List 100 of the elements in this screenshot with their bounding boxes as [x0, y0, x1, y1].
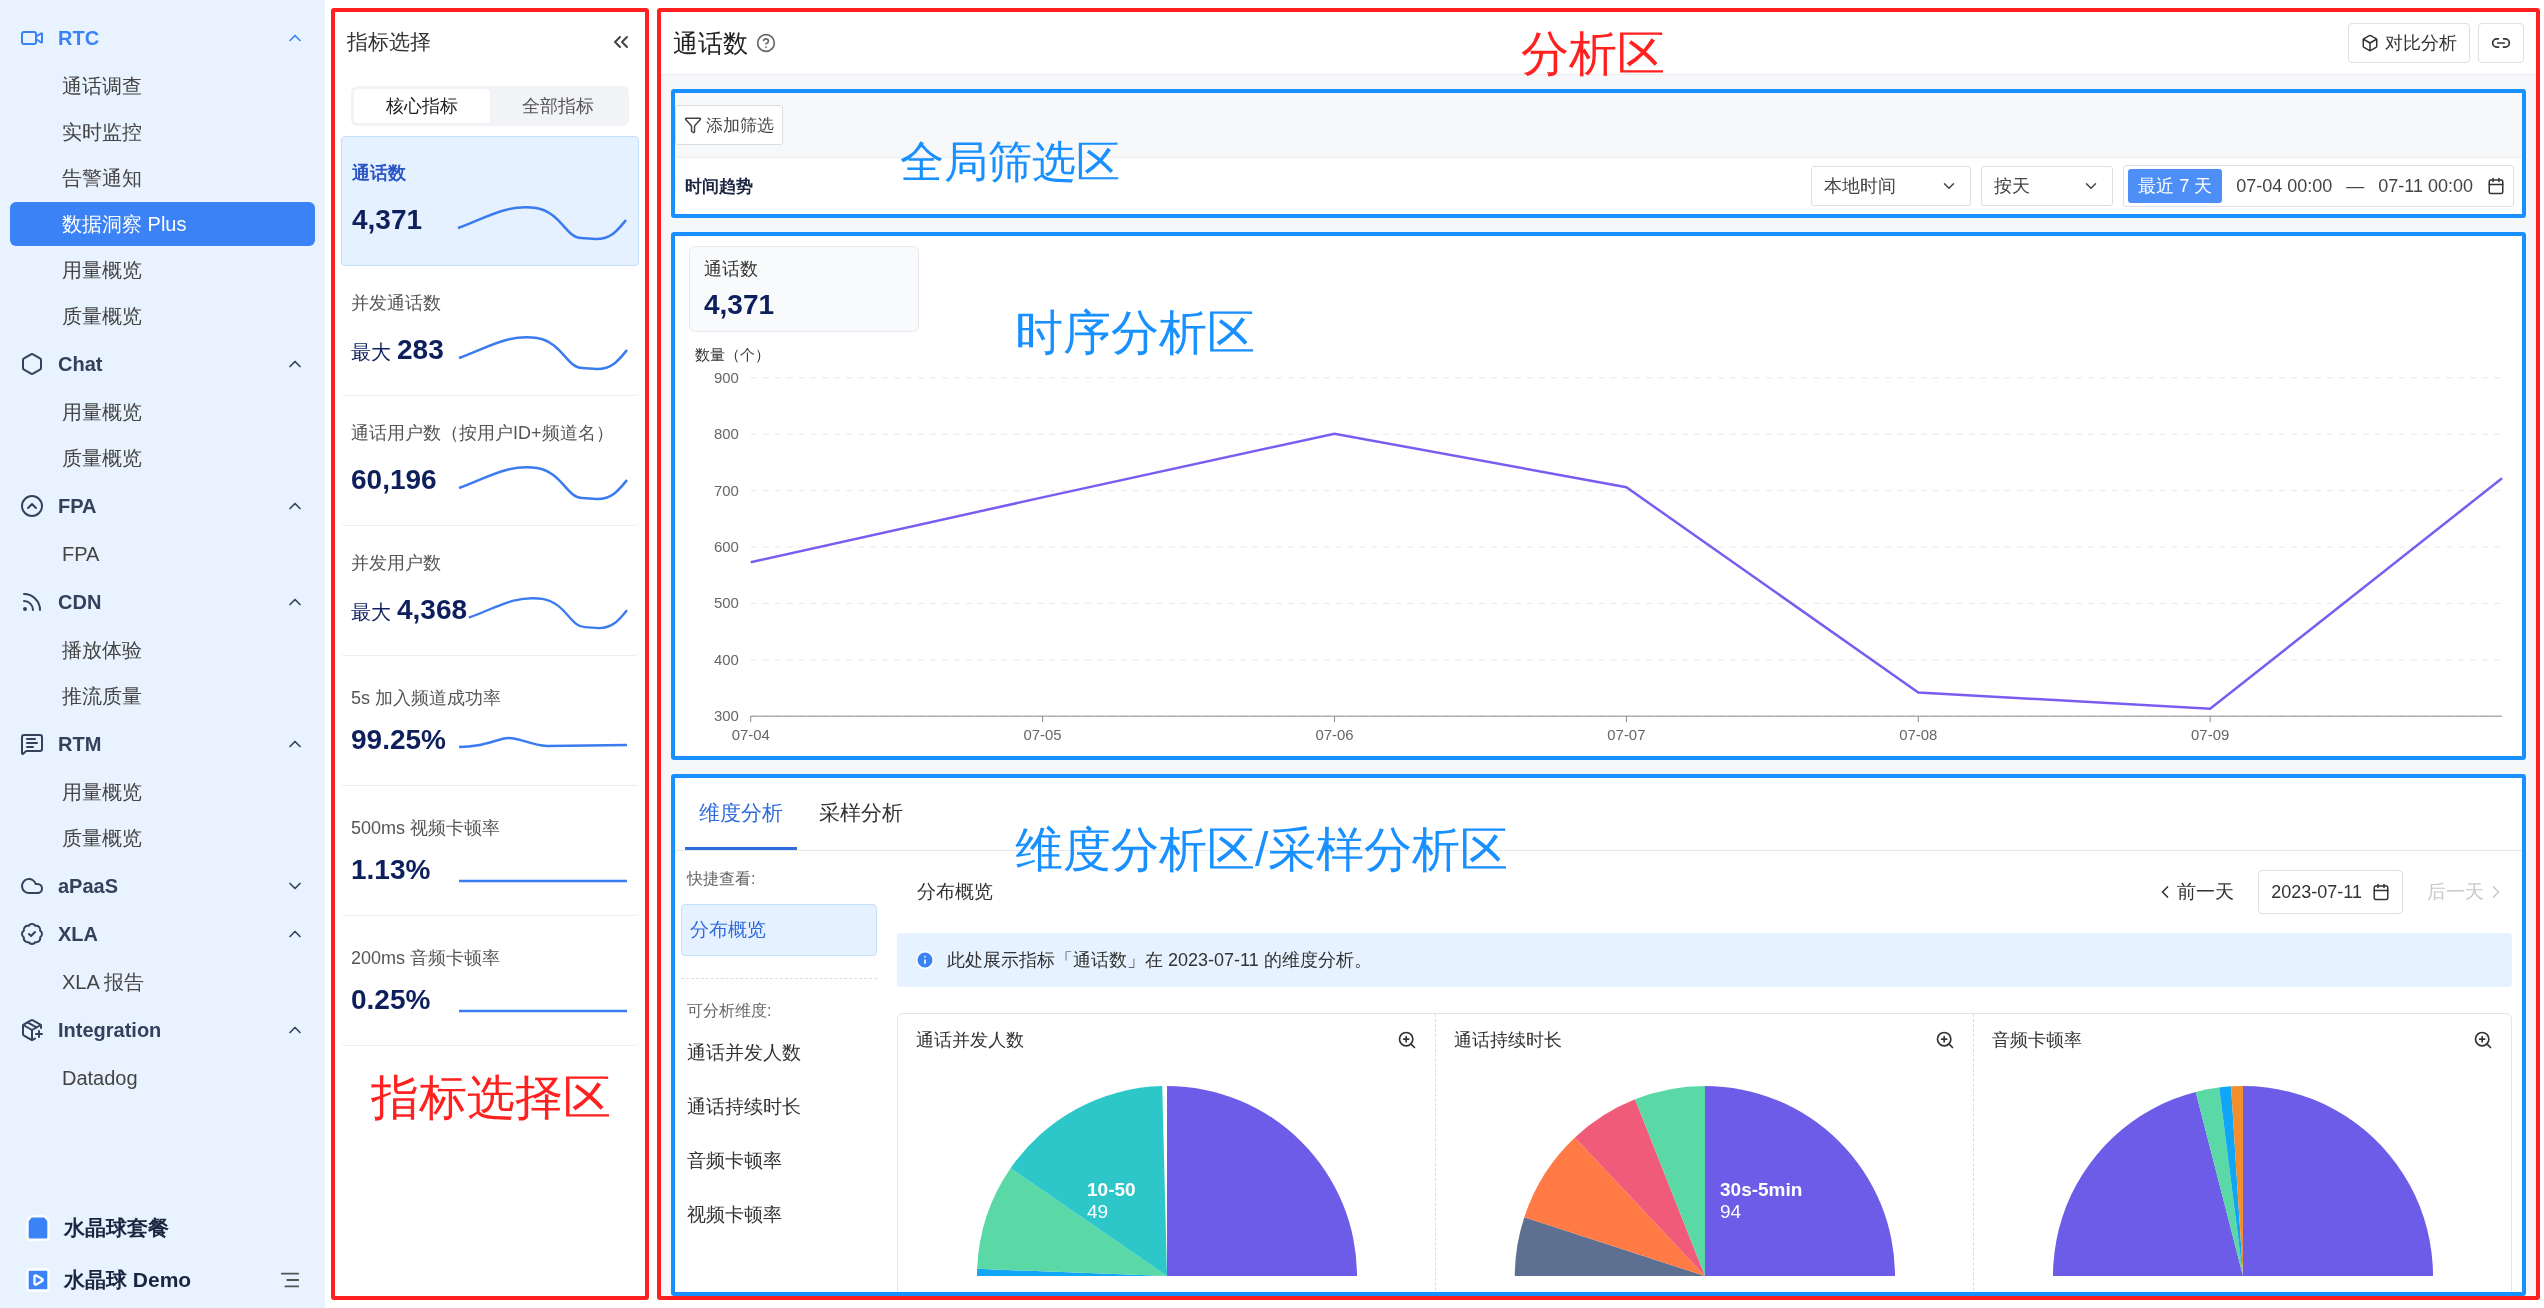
group-icon [20, 590, 44, 614]
chart-title: 通话持续时长 [1454, 1029, 1562, 1053]
group-icon [20, 732, 44, 756]
dimension-item[interactable]: 通话并发人数 [681, 1026, 877, 1081]
metric-card[interactable]: 并发用户数 最大 4,368 [341, 526, 639, 656]
axis-label: 07-09 [2191, 726, 2230, 744]
group-icon [20, 1018, 44, 1042]
axis-label: 800 [713, 425, 739, 443]
zoom-in-icon[interactable] [2473, 1030, 2493, 1051]
metric-name: 并发通话数 [351, 291, 442, 315]
nav-item[interactable]: FPA [10, 532, 315, 576]
group-icon [20, 352, 44, 376]
summary-value: 4,371 [704, 289, 776, 321]
dimension-item[interactable]: 音频卡顿率 [681, 1134, 877, 1189]
nav-group[interactable]: aPaaS [10, 862, 315, 910]
metric-card[interactable]: 5s 加入频道成功率 99.25% [341, 656, 639, 786]
date-field[interactable]: 2023-07-11 [2258, 870, 2403, 915]
tab[interactable]: 核心指标 [354, 89, 490, 123]
prev-day-button[interactable]: 前一天 [2149, 878, 2241, 907]
nav-item[interactable]: Datadog [10, 1056, 315, 1100]
metric-value: 0.25% [351, 983, 431, 1016]
metric-value: 1.13% [351, 853, 431, 886]
annotation-label: 全局筛选区 [900, 136, 1120, 188]
nav-group[interactable]: FPA [10, 482, 315, 530]
tab[interactable]: 维度分析 [685, 778, 797, 851]
quick-item[interactable]: 分布概览 [681, 904, 877, 957]
group-label: 可分析维度: [686, 1001, 773, 1022]
range-separator: — [2346, 175, 2365, 197]
nav-group[interactable]: XLA [10, 910, 315, 958]
nav-item[interactable]: 用量概览 [10, 390, 315, 434]
annotation-label: 时序分析区 [1015, 305, 1255, 361]
axis-label: 500 [713, 594, 739, 612]
annotation-label: 指标选择区 [371, 1070, 611, 1126]
nav-item[interactable]: 质量概览 [10, 816, 315, 860]
zoom-in-icon[interactable] [1397, 1030, 1417, 1051]
axis-label: 900 [713, 368, 739, 386]
nav-item[interactable]: 推流质量 [10, 674, 315, 718]
tab[interactable]: 采样分析 [805, 778, 917, 851]
metric-name: 并发用户数 [351, 551, 442, 575]
metric-value: 最大 4,368 [351, 593, 468, 626]
axis-label: 700 [713, 481, 739, 499]
nav-item[interactable]: 数据洞察 Plus [10, 202, 315, 246]
annotation-label: 分析区 [1521, 26, 1665, 82]
calendar-icon [2487, 177, 2505, 195]
help-icon[interactable] [756, 33, 776, 53]
axis-label: 07-04 [731, 726, 770, 744]
info-text: 此处展示指标「通话数」在 2023-07-11 的维度分析。 [947, 949, 1372, 973]
nav-group[interactable]: RTM [10, 720, 315, 768]
metric-card[interactable]: 通话用户数（按用户ID+频道名） 60,196 [341, 396, 639, 526]
compare-button[interactable]: 对比分析 [2348, 23, 2470, 63]
nav-item[interactable]: 质量概览 [10, 436, 315, 480]
metric-card[interactable]: 并发通话数 最大 283 [341, 266, 639, 396]
metric-value: 99.25% [351, 723, 446, 756]
group-label: 快捷查看: [685, 869, 757, 890]
play-icon [24, 1266, 52, 1294]
nav-item[interactable]: 播放体验 [10, 628, 315, 672]
group-icon [20, 922, 44, 946]
summary-label: 通话数 [704, 258, 759, 281]
dimension-item[interactable]: 通话持续时长 [681, 1080, 877, 1135]
slice-value: 94 [1719, 1201, 1741, 1223]
metric-value: 60,196 [351, 463, 437, 496]
link-button[interactable] [2478, 23, 2524, 63]
nav-item[interactable]: 质量概览 [10, 294, 315, 338]
section-title: 分布概览 [917, 880, 993, 905]
footer-label[interactable]: 水晶球套餐 [64, 1214, 301, 1242]
nav-item[interactable]: 通话调查 [10, 64, 315, 108]
footer-label[interactable]: 水晶球 Demo [64, 1266, 267, 1294]
panel-title: 指标选择 [347, 29, 431, 55]
axis-label: 07-06 [1315, 726, 1354, 744]
nav-group[interactable]: Chat [10, 340, 315, 388]
page-title: 通话数 [673, 27, 748, 59]
slice-label: 10-50 [1086, 1179, 1136, 1201]
nav-item[interactable]: 用量概览 [10, 248, 315, 292]
add-filter-button[interactable]: 添加筛选 [675, 105, 783, 145]
axis-label: 07-08 [1899, 726, 1938, 744]
dimension-item[interactable]: 视频卡顿率 [681, 1188, 877, 1243]
nav-group[interactable]: CDN [10, 578, 315, 626]
metric-card[interactable]: 200ms 音频卡顿率 0.25% [341, 916, 639, 1046]
timezone-select[interactable]: 本地时间 [1811, 166, 1972, 206]
nav-item[interactable]: XLA 报告 [10, 960, 315, 1004]
end-time: 07-11 00:00 [2378, 175, 2473, 197]
axis-label: 400 [713, 650, 739, 668]
filter-icon [684, 116, 702, 134]
info-icon [915, 950, 935, 971]
annotation-label: 维度分析区/采样分析区 [1015, 822, 1509, 879]
granularity-select[interactable]: 按天 [1981, 166, 2114, 206]
tab[interactable]: 全部指标 [490, 89, 626, 123]
axis-label: 07-07 [1607, 726, 1646, 744]
start-time: 07-04 00:00 [2236, 175, 2333, 197]
nav-group[interactable]: Integration [10, 1006, 315, 1054]
metric-name: 通话数 [352, 162, 407, 185]
nav-item[interactable]: 实时监控 [10, 110, 315, 154]
nav-item[interactable]: 告警通知 [10, 156, 315, 200]
zoom-in-icon[interactable] [1935, 1030, 1955, 1051]
metric-card[interactable]: 通话数 4,371 [341, 136, 639, 266]
date-range-field[interactable]: 最近 7 天 07-04 00:00 — 07-11 00:00 [2123, 165, 2514, 207]
chart-title: 通话并发人数 [916, 1029, 1024, 1053]
nav-item[interactable]: 用量概览 [10, 770, 315, 814]
metric-card[interactable]: 500ms 视频卡顿率 1.13% [341, 786, 639, 916]
metric-name: 200ms 音频卡顿率 [351, 946, 502, 970]
